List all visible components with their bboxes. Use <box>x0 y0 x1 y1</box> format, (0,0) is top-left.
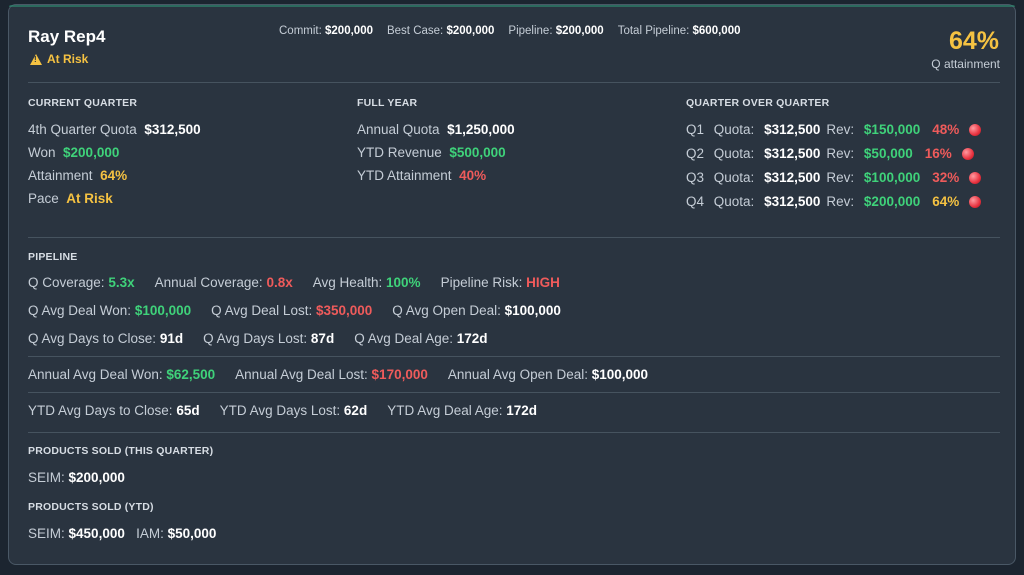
qoq-row: Q4 Quota: $312,500 Rev: $200,000 64% <box>686 194 987 209</box>
ytd-revenue-row: YTD Revenue $500,000 <box>357 145 506 160</box>
rep-name: Ray Rep4 <box>28 27 106 46</box>
products-quarter-title: PRODUCTS SOLD (THIS QUARTER) <box>28 445 214 457</box>
ytd-attainment-row: YTD Attainment 40% <box>357 168 487 183</box>
attainment-percent: 64% <box>948 27 999 55</box>
section-title: CURRENT QUARTER <box>28 97 138 109</box>
section-title: QUARTER OVER QUARTER <box>686 97 830 109</box>
divider <box>28 392 1000 393</box>
divider <box>28 237 1000 238</box>
rep-card: Ray Rep4 At Risk Commit: $200,000 Best C… <box>8 4 1016 565</box>
annual-deal-row: Annual Avg Deal Won: $62,500 Annual Avg … <box>28 367 649 382</box>
products-ytd-row: SEIM: $450,000 IAM: $50,000 <box>28 526 217 541</box>
q-deal-row: Q Avg Deal Won: $100,000 Q Avg Deal Lost… <box>28 303 561 318</box>
current-quarter-section: CURRENT QUARTER 4th Quarter Quota $312,5… <box>28 97 201 206</box>
card-accent-line <box>9 5 1015 7</box>
quarter-quota-row: 4th Quarter Quota $312,500 <box>28 122 201 137</box>
status-dot-icon <box>969 196 982 208</box>
risk-badge: At Risk <box>30 52 88 66</box>
pipeline-title: PIPELINE <box>28 251 78 263</box>
divider <box>28 356 1000 357</box>
qoq-section: QUARTER OVER QUARTER Q1 Quota: $312,500 R… <box>686 97 987 209</box>
products-ytd-title: PRODUCTS SOLD (YTD) <box>28 501 154 513</box>
attainment-label: Q attainment <box>931 57 1000 71</box>
qoq-row: Q3 Quota: $312,500 Rev: $100,000 32% <box>686 170 987 185</box>
products-quarter-row: SEIM: $200,000 <box>28 470 125 485</box>
won-row: Won $200,000 <box>28 145 120 160</box>
annual-quota-row: Annual Quota $1,250,000 <box>357 122 515 137</box>
qoq-row: Q2 Quota: $312,500 Rev: $50,000 16% <box>686 146 987 161</box>
divider <box>28 432 1000 433</box>
status-dot-icon <box>969 172 982 184</box>
q-days-row: Q Avg Days to Close: 91d Q Avg Days Lost… <box>28 331 488 346</box>
ytd-days-row: YTD Avg Days to Close: 65d YTD Avg Days … <box>28 403 538 418</box>
divider <box>28 82 1000 83</box>
pace-row: Pace At Risk <box>28 191 113 206</box>
total-pipeline-summary: Total Pipeline: $600,000 <box>617 25 741 37</box>
risk-label: At Risk <box>47 52 89 66</box>
best-case-summary: Best Case: $200,000 <box>386 25 495 37</box>
section-title: FULL YEAR <box>357 97 418 109</box>
status-dot-icon <box>961 148 974 160</box>
coverage-row: Q Coverage: 5.3x Annual Coverage: 0.8x A… <box>28 275 560 290</box>
attainment-row: Attainment 64% <box>28 168 128 183</box>
pipeline-summary-value: Pipeline: $200,000 <box>508 25 604 37</box>
commit-summary: Commit: $200,000 <box>279 25 373 37</box>
full-year-section: FULL YEAR Annual Quota $1,250,000 YTD Re… <box>357 97 515 183</box>
status-dot-icon <box>969 124 982 136</box>
warning-icon <box>30 53 42 65</box>
pipeline-summary: Commit: $200,000 Best Case: $200,000 Pip… <box>279 25 740 37</box>
qoq-row: Q1 Quota: $312,500 Rev: $150,000 48% <box>686 122 987 137</box>
